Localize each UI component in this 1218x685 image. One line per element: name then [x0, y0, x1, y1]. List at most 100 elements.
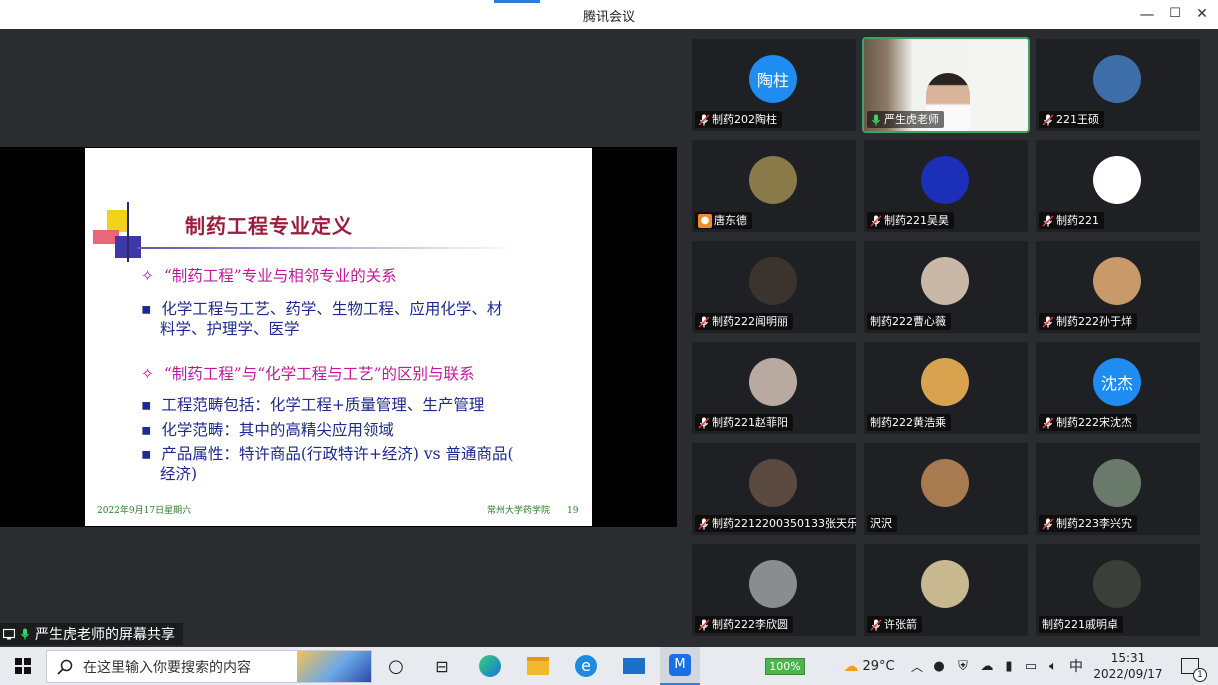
participant-tile[interactable]: 制药222闻明丽: [692, 241, 856, 333]
battery-indicator[interactable]: 100%: [756, 647, 814, 685]
clock-date: 2022/09/17: [1093, 667, 1163, 681]
window-title: 腾讯会议: [582, 10, 635, 25]
participant-name-tag: 制药221: [1039, 212, 1104, 229]
notification-center-button[interactable]: 1: [1176, 647, 1207, 685]
participant-tile[interactable]: 制药222曹心薇: [864, 241, 1028, 333]
participant-name-tag: 许张箭: [867, 616, 922, 633]
onedrive-cloud-icon[interactable]: ☁: [978, 647, 996, 685]
keyboard-tray-icon[interactable]: ▭: [1022, 647, 1040, 685]
participant-avatar: [921, 156, 969, 204]
participant-tile[interactable]: 制药221: [1036, 140, 1200, 232]
participant-name-tag: ● 唐东德: [695, 212, 752, 229]
participant-name-tag: 制药222李欣圆: [695, 616, 793, 633]
square-bullet-icon: ▪: [141, 396, 162, 414]
security-shield-icon[interactable]: ⛨: [954, 647, 972, 685]
diamond-icon: ✧: [141, 365, 164, 383]
participant-tile[interactable]: 制药223李兴宄: [1036, 443, 1200, 535]
participant-tile[interactable]: 制药221戚明卓: [1036, 544, 1200, 636]
participant-avatar: [1093, 459, 1141, 507]
participant-tile[interactable]: 制药222孙于烊: [1036, 241, 1200, 333]
participant-name: 唐东德: [714, 214, 747, 227]
participant-tile[interactable]: 严生虎老师: [862, 37, 1030, 133]
close-button[interactable]: ✕: [1191, 4, 1213, 24]
participant-gallery[interactable]: 陶柱 制药202陶柱 严生虎老师 221王硕 ● 唐东德 制药221吴昊 制药221 制药222…: [677, 29, 1218, 647]
slide-title-rule: [137, 247, 517, 249]
mic-muted-icon: [1042, 517, 1054, 530]
mic-on-icon: [872, 114, 880, 125]
participant-tile[interactable]: 制药222李欣圆: [692, 544, 856, 636]
participant-tile[interactable]: 制药222黄浩乘: [864, 342, 1028, 434]
task-view-cortana-icon[interactable]: ○: [384, 647, 408, 685]
participant-name-tag: 制药222闻明丽: [695, 313, 793, 330]
screen-share-area[interactable]: 制药工程专业定义 ✧ “制药工程”专业与相邻专业的关系 ▪ 化学工程与工艺、药学…: [0, 29, 677, 647]
ime-indicator[interactable]: 中: [1066, 647, 1086, 685]
slide-line-1: ✧ “制药工程”专业与相邻专业的关系: [141, 267, 397, 285]
participant-name-tag: 制药223李兴宄: [1039, 515, 1137, 532]
microphone-tray-icon[interactable]: ▮: [1000, 647, 1018, 685]
participant-avatar: [1093, 257, 1141, 305]
participant-name: 制药222宋沈杰: [1056, 416, 1132, 429]
participant-tile[interactable]: 221王硕: [1036, 39, 1200, 131]
participant-name: 制药221赵菲阳: [712, 416, 788, 429]
participant-avatar: [1093, 156, 1141, 204]
slide-line-8: 经济): [160, 465, 198, 483]
participant-name-tag: 制药221吴昊: [867, 212, 954, 229]
participant-name: 制药223李兴宄: [1056, 517, 1132, 530]
mic-muted-icon: [698, 315, 710, 328]
participant-tile[interactable]: 沢沢: [864, 443, 1028, 535]
participant-avatar: [749, 560, 797, 608]
participant-avatar: 陶柱: [749, 55, 797, 103]
tencent-meeting-taskbar-icon[interactable]: M: [660, 647, 700, 685]
participant-tile[interactable]: 制药221吴昊: [864, 140, 1028, 232]
participant-avatar: [749, 156, 797, 204]
search-highlight-image: [297, 651, 371, 682]
participant-tile[interactable]: ● 唐东德: [692, 140, 856, 232]
diamond-icon: ✧: [141, 267, 164, 285]
clock[interactable]: 15:31 2022/09/17: [1090, 647, 1166, 685]
windows-taskbar: 在这里输入你要搜索的内容 ○ ⊟ e M 100% ☁ 29°C ︿ ● ⛨ ☁…: [0, 647, 1218, 685]
battery-percent: 100%: [765, 657, 805, 675]
participant-tile[interactable]: 陶柱 制药202陶柱: [692, 39, 856, 131]
participant-name: 制药222闻明丽: [712, 315, 788, 328]
file-explorer-icon[interactable]: [524, 647, 552, 685]
participant-avatar: [1093, 560, 1141, 608]
slide-line-3: 料学、护理学、医学: [160, 320, 300, 338]
maximize-button[interactable]: ☐: [1164, 4, 1186, 24]
notification-count: 1: [1193, 668, 1207, 682]
tray-overflow-icon[interactable]: ︿: [908, 647, 926, 685]
participant-tile[interactable]: 沈杰 制药222宋沈杰: [1036, 342, 1200, 434]
taskbar-search[interactable]: 在这里输入你要搜索的内容: [46, 650, 372, 683]
mail-icon[interactable]: [620, 647, 648, 685]
participant-name: 制药221戚明卓: [1042, 618, 1118, 631]
participant-avatar: [749, 459, 797, 507]
participant-name: 沢沢: [870, 517, 892, 530]
participant-name-tag: 沢沢: [867, 515, 897, 532]
participant-name-tag: 221王硕: [1039, 111, 1104, 128]
slide-line-2: ▪ 化学工程与工艺、药学、生物工程、应用化学、材: [141, 300, 503, 318]
square-bullet-icon: ▪: [141, 445, 162, 463]
minimize-button[interactable]: —: [1136, 4, 1158, 24]
participant-tile[interactable]: 许张箭: [864, 544, 1028, 636]
participant-name-tag: 制药221赵菲阳: [695, 414, 793, 431]
participant-avatar: [921, 257, 969, 305]
square-bullet-icon: ▪: [141, 300, 162, 318]
start-button[interactable]: [8, 647, 38, 685]
volume-icon[interactable]: 🔈︎: [1044, 647, 1062, 685]
edge-browser-icon[interactable]: [476, 647, 504, 685]
mic-muted-icon: [698, 618, 710, 631]
weather-widget[interactable]: ☁ 29°C: [834, 647, 904, 685]
participant-tile[interactable]: 制药2212200350133张天乐: [692, 443, 856, 535]
screen-share-badge[interactable]: 严生虎老师的屏幕共享: [0, 623, 183, 645]
square-bullet-icon: ▪: [141, 421, 162, 439]
slide-line-7: ▪ 产品属性：特许商品(行政特许+经济) vs 普通商品(: [141, 445, 514, 463]
task-view-icon[interactable]: ⊟: [430, 647, 454, 685]
clock-time: 15:31: [1110, 651, 1146, 665]
slide-page-number: 19: [567, 506, 579, 516]
participant-name-tag: 制药222孙于烊: [1039, 313, 1137, 330]
qq-tray-icon[interactable]: ●: [930, 647, 948, 685]
participant-tile[interactable]: 制药221赵菲阳: [692, 342, 856, 434]
title-accent: [494, 0, 540, 3]
ie-browser-icon[interactable]: e: [572, 647, 600, 685]
mic-muted-icon: [870, 618, 882, 631]
mic-muted-icon: [1042, 315, 1054, 328]
